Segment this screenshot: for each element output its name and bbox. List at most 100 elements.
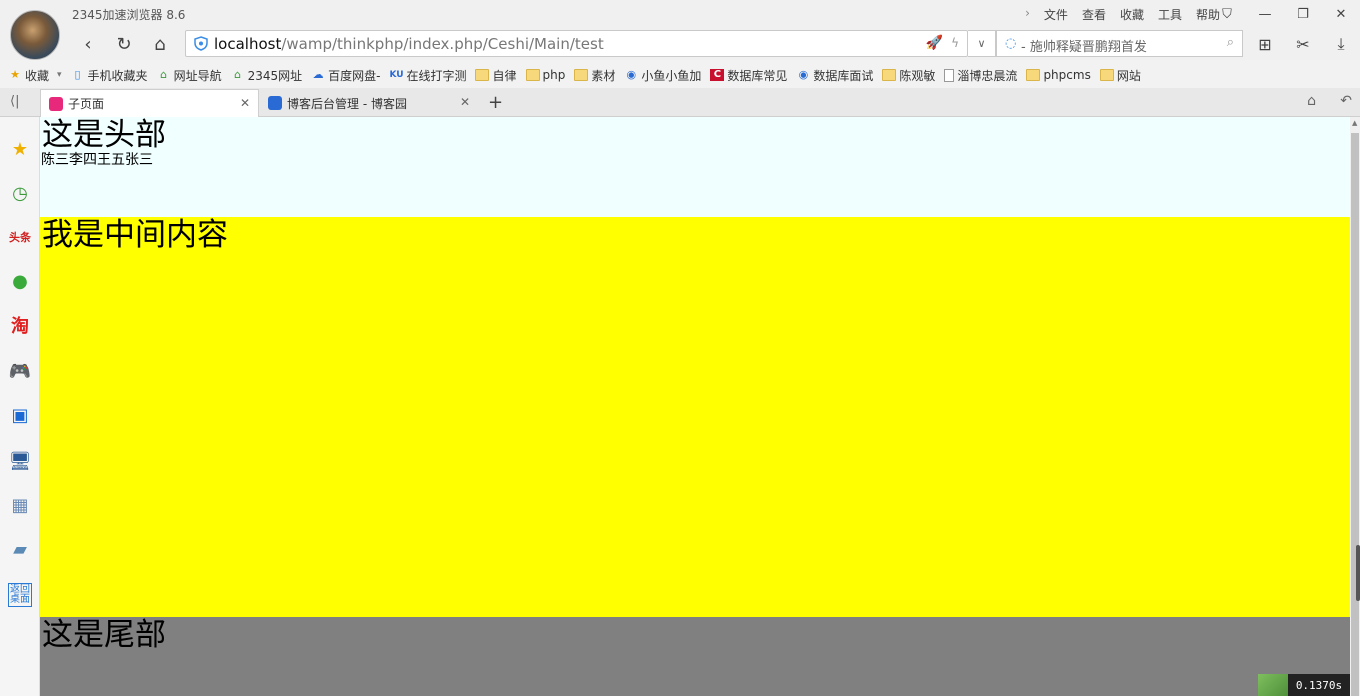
bookmark-favorites[interactable]: ★ 收藏 ▾ (8, 67, 62, 84)
chevron-right-icon[interactable]: › (1025, 6, 1030, 23)
scissors-icon[interactable]: ✂ (1284, 28, 1322, 60)
restore-icon[interactable]: ❐ (1284, 0, 1322, 28)
home-icon: ⌂ (160, 68, 168, 81)
folder-icon (525, 69, 540, 81)
shield-icon (194, 36, 208, 51)
refresh-icon[interactable]: ↻ (112, 32, 136, 56)
cloud-icon: ☁ (312, 68, 324, 81)
search-input[interactable]: ◌ - 施帅释疑晋鹏翔首发 ⌕ (996, 30, 1243, 57)
bookmark-item[interactable]: ⌂ 网址导航 (157, 67, 222, 84)
menu-bar: › 文件 查看 收藏 工具 帮助 (1011, 6, 1220, 23)
tab-blog-admin[interactable]: 博客后台管理 - 博客园 ✕ (260, 89, 478, 117)
bookmark-item[interactable]: ▯ 手机收藏夹 (71, 67, 148, 84)
thinkphp-logo-icon (1258, 674, 1288, 696)
undo-icon[interactable]: ↶ (1340, 93, 1352, 109)
chevron-down-icon[interactable]: ∨ (968, 30, 996, 57)
sweep-icon[interactable]: ⌂ (1307, 93, 1316, 109)
web-content: 这是头部 陈三李四王五张三 我是中间内容 这是尾部 (40, 117, 1350, 696)
folder-icon (882, 69, 897, 81)
tab-subpage[interactable]: 子页面 ✕ (40, 89, 259, 117)
calculator-icon[interactable]: ▦ (8, 493, 32, 517)
tab-strip: ⟨| 子页面 ✕ 博客后台管理 - 博客园 ✕ + ⌂ ↶ (0, 88, 1360, 117)
download-icon[interactable]: ⤓ (1322, 28, 1360, 60)
news-icon[interactable]: 头条 (8, 225, 32, 249)
chevron-down-icon[interactable]: ▾ (57, 70, 62, 80)
url-path: /wamp/thinkphp/index.php/Ceshi/Main/test (281, 35, 604, 53)
scrollbar[interactable]: ▲ (1350, 117, 1360, 696)
gamepad-icon[interactable]: 🎮 (8, 359, 32, 383)
globe-icon: ◉ (798, 68, 809, 81)
taobao-icon[interactable]: 淘 (8, 313, 32, 337)
apps-icon[interactable]: ⊞ (1246, 28, 1284, 60)
star-icon: ★ (10, 68, 20, 81)
scrollbar-thumb[interactable] (1351, 133, 1359, 696)
menu-tools[interactable]: 工具 (1158, 6, 1182, 23)
home-icon: ⌂ (234, 68, 242, 81)
window-controls: ⛉ — ❐ ✕ (1208, 0, 1360, 28)
bookmark-folder[interactable]: 素材 (574, 67, 615, 84)
search-placeholder: - 施帅释疑晋鹏翔首发 (1021, 40, 1147, 55)
collapse-sidebar-icon[interactable]: ⟨| (10, 94, 19, 109)
new-tab-icon[interactable]: + (488, 92, 503, 113)
bookmark-folder[interactable]: php (525, 68, 565, 82)
side-handle[interactable] (1356, 545, 1360, 601)
nav-bar: ‹ ↻ ⌂ localhost/wamp/thinkphp/index.php/… (0, 28, 1360, 60)
title-bar: 2345加速浏览器 8.6 › 文件 查看 收藏 工具 帮助 ⛉ — ❐ ✕ (0, 0, 1360, 28)
scroll-up-icon[interactable]: ▲ (1352, 119, 1357, 127)
bookmark-item[interactable]: 淄博忠晨流 (944, 67, 1017, 84)
trace-time: 0.1370s (1288, 674, 1350, 696)
footer-title: 这是尾部 (42, 617, 166, 653)
c-icon: C (710, 69, 725, 81)
folder-icon (574, 69, 589, 81)
bookmark-folder[interactable]: 自律 (475, 67, 517, 84)
page-header: 这是头部 陈三李四王五张三 (40, 117, 1350, 217)
menu-favorites[interactable]: 收藏 (1120, 6, 1144, 23)
video-icon[interactable]: ▣ (8, 403, 32, 427)
folder-icon (1026, 69, 1041, 81)
close-icon[interactable]: ✕ (1322, 0, 1360, 28)
avatar[interactable] (10, 10, 60, 60)
bookmark-item[interactable]: C 数据库常见 (710, 67, 787, 84)
bookmark-item[interactable]: KU 在线打字测 (389, 67, 466, 84)
folder-icon (1099, 69, 1114, 81)
shirt-icon[interactable]: ⛉ (1208, 0, 1246, 28)
globe-icon: ◉ (626, 68, 637, 81)
rocket-icon[interactable]: 🚀 (926, 35, 943, 51)
address-bar[interactable]: localhost/wamp/thinkphp/index.php/Ceshi/… (185, 30, 968, 57)
search-icon[interactable]: ⌕ (1227, 35, 1234, 50)
header-title: 这是头部 (42, 117, 166, 153)
home-icon[interactable]: ⌂ (148, 32, 172, 56)
close-tab-icon[interactable]: ✕ (240, 96, 250, 110)
bolt-icon[interactable]: ϟ (951, 36, 959, 50)
bookmark-folder[interactable]: 陈观敏 (882, 67, 935, 84)
menu-file[interactable]: 文件 (1044, 6, 1068, 23)
star-icon[interactable]: ★ (8, 137, 32, 161)
close-tab-icon[interactable]: ✕ (460, 95, 470, 109)
phone-icon: ▯ (74, 68, 81, 81)
toolbar-tools: ⊞ ✂ ⤓ (1246, 28, 1360, 60)
bookmark-item[interactable]: ⌂ 2345网址 (231, 67, 302, 84)
bookmark-folder[interactable]: phpcms (1026, 68, 1091, 82)
history-icon[interactable]: ◷ (8, 181, 32, 205)
address-text[interactable]: localhost/wamp/thinkphp/index.php/Ceshi/… (214, 35, 604, 53)
bookmark-item[interactable]: ☁ 百度网盘- (311, 67, 381, 84)
page-icon (944, 68, 955, 82)
search-engine-icon[interactable]: ◌ (1005, 36, 1016, 51)
url-host: localhost (214, 35, 282, 53)
app-title: 2345加速浏览器 8.6 (72, 8, 186, 22)
bookmark-item[interactable]: ◉ 数据库面试 (796, 67, 874, 84)
trace-badge[interactable]: 0.1370s (1258, 674, 1350, 696)
minimize-icon[interactable]: — (1246, 0, 1284, 28)
menu-view[interactable]: 查看 (1082, 6, 1106, 23)
middle-title: 我是中间内容 (42, 217, 228, 253)
bookmark-item[interactable]: ◉ 小鱼小鱼加 (624, 67, 702, 84)
page-middle: 我是中间内容 (40, 217, 1350, 617)
wechat-icon[interactable]: ● (8, 269, 32, 293)
tab-favicon-icon (268, 96, 282, 110)
back-icon[interactable]: ‹ (76, 32, 100, 56)
bookmark-folder[interactable]: 网站 (1099, 67, 1141, 84)
notepad-icon[interactable]: ▰ (8, 537, 32, 561)
desktop-icon[interactable]: 返回桌面 (8, 583, 32, 607)
tab-favicon-icon (49, 96, 63, 111)
computer-icon[interactable]: 🖥 (8, 449, 32, 473)
